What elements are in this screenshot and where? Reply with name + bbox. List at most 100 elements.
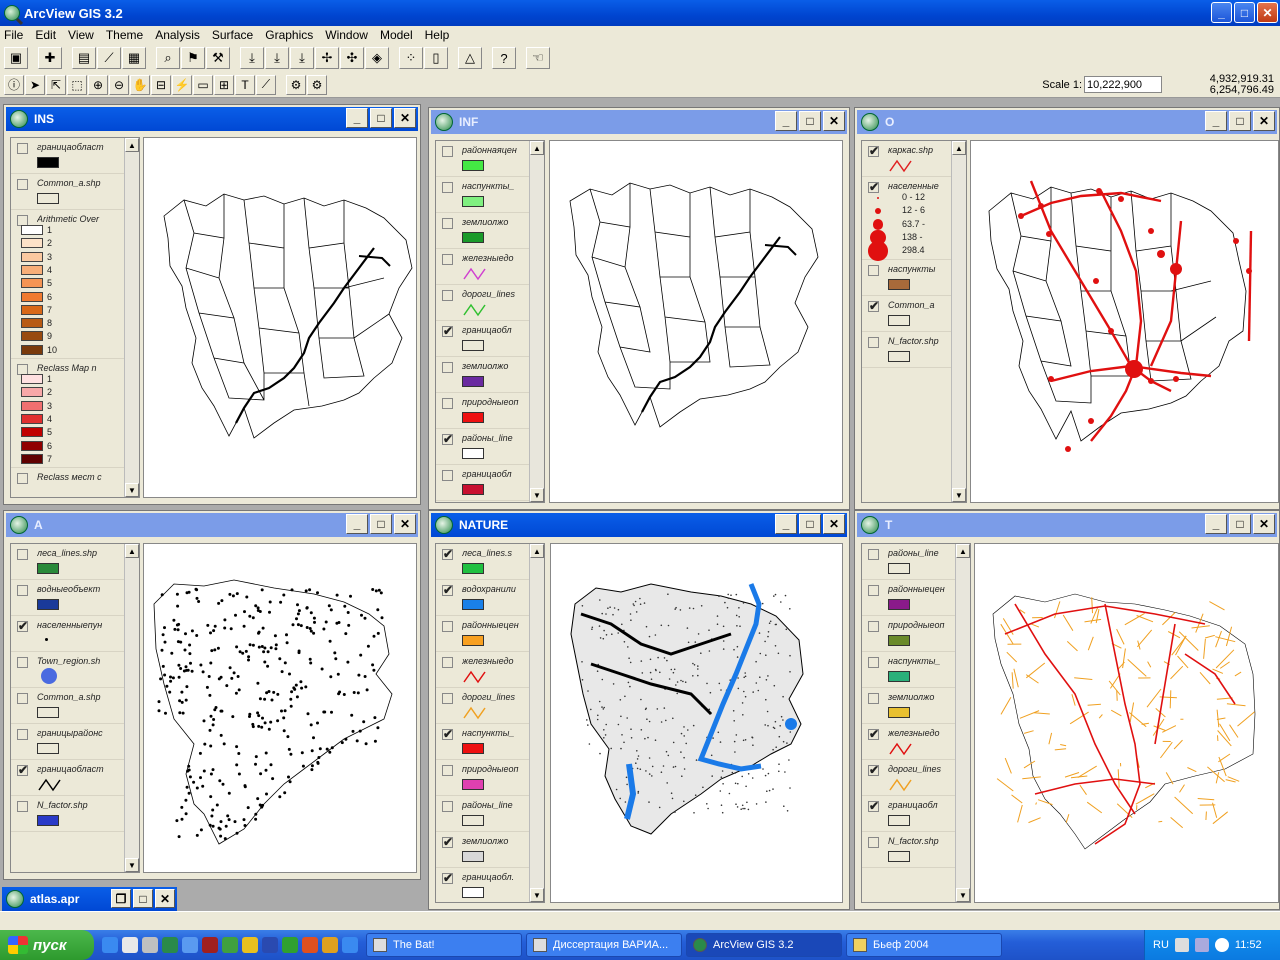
visibility-checkbox[interactable] [442,657,453,668]
legend-theme[interactable]: наспункты_ [436,177,544,213]
visibility-checkbox[interactable] [442,693,453,704]
legend-theme[interactable]: районныецен [436,616,544,652]
scroll-up-arrow[interactable]: ▲ [125,138,139,152]
visibility-checkbox[interactable] [442,621,453,632]
map-display[interactable] [974,543,1279,903]
close-button[interactable]: ✕ [155,889,175,908]
legend-theme[interactable]: ✔ землиолжо [436,832,544,868]
hotlink-icon[interactable]: ⚡ [172,74,192,95]
visibility-checkbox[interactable] [868,621,879,632]
minimize-button[interactable]: _ [1205,514,1227,534]
maximize-button[interactable]: □ [1229,111,1251,131]
visibility-checkbox[interactable] [442,146,453,157]
legend-theme[interactable]: землиолжо [862,688,970,724]
legend-theme[interactable]: районы_line [436,796,544,832]
visibility-checkbox[interactable] [868,693,879,704]
visibility-checkbox[interactable] [442,398,453,409]
legend-scrollbar[interactable]: ▲ ▼ [955,544,970,902]
legend-theme[interactable]: районы_line [862,544,970,580]
legend-theme[interactable]: ✔ районы_line [436,429,544,465]
app-icon-2[interactable] [222,937,238,953]
help-tray-icon[interactable] [1174,938,1189,952]
scale-input[interactable] [1084,76,1162,93]
menu-theme[interactable]: Theme [106,28,143,42]
task-arcview[interactable]: ArcView GIS 3.2 [686,933,842,957]
area-of-interest-icon[interactable]: ▭ [193,74,213,95]
legend-theme[interactable]: Reclass мест с [11,468,139,497]
close-button[interactable]: ✕ [394,514,416,534]
visibility-checkbox[interactable] [868,264,879,276]
visibility-checkbox[interactable]: ✔ [442,325,453,337]
minimize-button[interactable]: _ [346,108,368,128]
create-chart-icon[interactable]: △ [458,47,482,69]
map-display[interactable] [970,140,1279,503]
visibility-checkbox[interactable] [442,801,453,812]
menu-model[interactable]: Model [380,28,413,42]
visibility-checkbox[interactable]: ✔ [868,300,879,312]
search-icon[interactable] [182,937,198,953]
view-window-inf[interactable]: INF _ □ ✕ районнаяцен наспункты_ землиолжо же… [428,107,850,510]
theme-properties-icon[interactable]: ▤ [72,47,96,69]
maximize-button[interactable]: □ [1229,514,1251,534]
legend-theme[interactable]: районнаяцен [436,141,544,177]
app-icon-1[interactable] [202,937,218,953]
legend-theme[interactable]: Common_a.shp [11,688,139,724]
query-builder-icon[interactable]: ⚒ [206,47,230,69]
minimize-button[interactable]: _ [775,111,797,131]
menu-help[interactable]: Help [425,28,450,42]
minimize-button[interactable]: _ [346,514,368,534]
visibility-checkbox[interactable] [17,693,28,704]
visibility-checkbox[interactable] [17,179,28,190]
window-titlebar[interactable]: INF _ □ ✕ [431,110,847,134]
task-folder[interactable]: Бьеф 2004 [846,933,1002,957]
scroll-down-arrow[interactable]: ▼ [956,888,970,902]
zoom-out-tool-icon[interactable]: ⊖ [109,74,129,95]
menu-file[interactable]: File [4,28,23,42]
menu-view[interactable]: View [68,28,94,42]
menu-graphics[interactable]: Graphics [265,28,313,42]
legend-theme[interactable]: ✔ границаобл [862,796,970,832]
ie-icon[interactable] [102,937,118,953]
scroll-up-arrow[interactable]: ▲ [530,141,544,155]
window-titlebar[interactable]: NATURE _ □ ✕ [431,513,847,537]
legend-theme[interactable]: ✔ границаобласт [11,760,139,796]
legend-scrollbar[interactable]: ▲ ▼ [124,138,139,497]
measure-icon[interactable]: ⊟ [151,74,171,95]
visibility-checkbox[interactable] [868,549,879,560]
maximize-button[interactable]: □ [370,108,392,128]
text-tool-icon[interactable]: T [235,74,255,95]
legend-theme[interactable]: Common_a.shp [11,174,139,210]
menu-window[interactable]: Window [325,28,368,42]
visibility-checkbox[interactable]: ✔ [868,181,879,193]
legend-theme[interactable]: Arithmetic Over 1 2 3 4 5 6 7 8 9 10 [11,210,139,359]
visibility-checkbox[interactable] [442,362,453,373]
visibility-checkbox[interactable] [442,182,453,193]
legend-theme[interactable]: природныеоп [436,393,544,429]
legend-theme[interactable]: железныедо [436,652,544,688]
visibility-checkbox[interactable] [17,801,28,812]
visibility-checkbox[interactable] [868,336,879,348]
legend-theme[interactable]: ✔ населенныепун [11,616,139,652]
visibility-checkbox[interactable]: ✔ [442,433,453,445]
arcview-quick-icon[interactable] [162,937,178,953]
close-button[interactable]: ✕ [1257,2,1278,23]
select-graphics-icon[interactable]: ⁘ [399,47,423,69]
legend-theme[interactable]: Town_region.sh [11,652,139,688]
ie-icon-2[interactable] [342,937,358,953]
scroll-down-arrow[interactable]: ▼ [125,483,139,497]
zoom-out-icon[interactable]: ✣ [340,47,364,69]
legend-scrollbar[interactable]: ▲ ▼ [951,141,966,502]
view-window-t[interactable]: T _ □ ✕ районы_line районныецен природныеоп н… [854,510,1280,910]
visibility-checkbox[interactable] [868,837,879,848]
vertex-edit-icon[interactable]: ⇱ [46,74,66,95]
hand-icon[interactable]: ☜ [526,47,550,69]
legend-scrollbar[interactable]: ▲ ▼ [529,544,544,902]
zoom-in-tool-icon[interactable]: ⊕ [88,74,108,95]
table-of-contents[interactable]: ✔ каркас.shp ✔ населенные 0 - 12 12 - 6 63.7 -… [861,140,967,503]
menu-surface[interactable]: Surface [212,28,253,42]
visibility-checkbox[interactable] [442,470,453,481]
identify-icon[interactable]: ⓘ [4,74,24,95]
close-button[interactable]: ✕ [1253,111,1275,131]
zoom-active-icon[interactable]: ⤓ [265,47,289,69]
legend-theme[interactable]: наспункты_ [862,652,970,688]
